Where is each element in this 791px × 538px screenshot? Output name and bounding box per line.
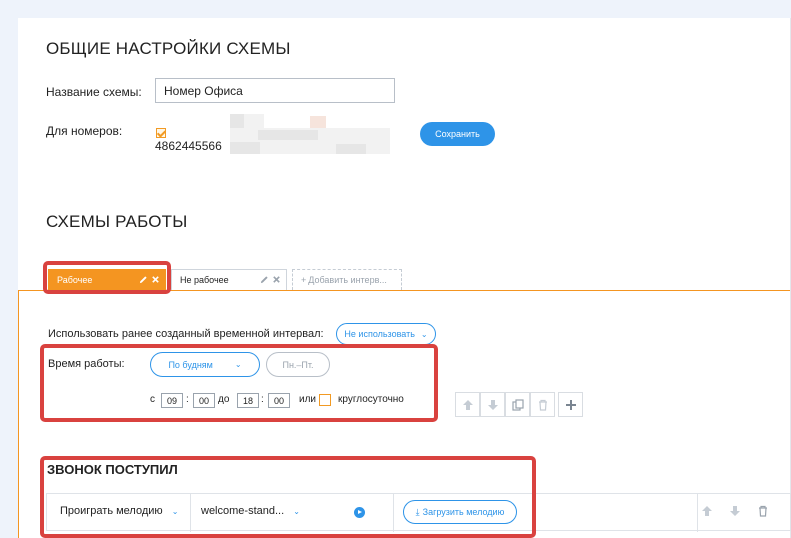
general-settings-title: ОБЩИЕ НАСТРОЙКИ СХЕМЫ: [46, 39, 291, 58]
tab-non-working[interactable]: Не рабочее: [171, 269, 287, 290]
chevron-down-icon: ⌄: [293, 507, 300, 516]
action-select[interactable]: Проиграть мелодию ⌄: [60, 505, 178, 517]
or-label: или: [299, 394, 317, 405]
round-clock-checkbox[interactable]: [319, 394, 331, 406]
arrow-down-icon: [487, 399, 498, 410]
tab-working[interactable]: Рабочее: [48, 269, 166, 290]
work-time-label: Время работы:: [48, 358, 125, 370]
row-delete-button[interactable]: [752, 500, 774, 522]
trash-icon: [538, 399, 547, 411]
chevron-down-icon: ⌄: [234, 360, 242, 369]
tab-panel-border: [18, 290, 791, 291]
row-move-down-button[interactable]: [724, 500, 746, 522]
use-interval-label: Использовать ранее созданный временной и…: [48, 328, 324, 340]
phone-number: 4862445566: [155, 139, 222, 153]
weekday-select[interactable]: По будням ⌄: [150, 352, 260, 377]
close-icon[interactable]: [151, 275, 160, 284]
pencil-icon[interactable]: [260, 275, 269, 284]
plus-icon: [565, 399, 576, 410]
copy-icon: [511, 398, 524, 411]
arrow-down-icon: [730, 506, 740, 516]
from-hour-input[interactable]: 09: [161, 393, 183, 408]
call-received-title: ЗВОНОК ПОСТУПИЛ: [47, 462, 178, 477]
action-select-value: Проиграть мелодию: [60, 505, 163, 517]
time-colon: :: [261, 394, 264, 405]
add-interval-label: Добавить интерв...: [308, 275, 387, 285]
weekday-select-value: По будням: [168, 359, 213, 370]
scheme-name-input[interactable]: [155, 78, 395, 103]
use-interval-value: Не использовать: [344, 329, 415, 339]
page: ОБЩИЕ НАСТРОЙКИ СХЕМЫ Название схемы: Дл…: [18, 18, 791, 538]
melody-select-value: welcome-stand...: [201, 505, 285, 517]
close-icon[interactable]: [272, 275, 281, 284]
upload-melody-button[interactable]: ⤓ Загрузить мелодию: [403, 500, 517, 524]
to-label: до: [218, 394, 230, 405]
download-icon: ⤓: [415, 506, 420, 517]
tab-working-label: Рабочее: [57, 275, 93, 285]
add-interval-tab[interactable]: + Добавить интерв...: [292, 269, 402, 290]
melody-select[interactable]: welcome-stand... ⌄: [201, 505, 300, 517]
trash-icon: [759, 505, 767, 517]
number-checkbox[interactable]: [156, 128, 166, 138]
to-minute-input[interactable]: 00: [268, 393, 290, 408]
add-button[interactable]: [558, 392, 583, 417]
tab-non-working-label: Не рабочее: [180, 275, 229, 285]
use-interval-select[interactable]: Не использовать ⌄: [336, 323, 436, 345]
chevron-down-icon: ⌄: [420, 329, 428, 339]
work-schemes-title: СХЕМЫ РАБОТЫ: [46, 212, 188, 231]
delete-button[interactable]: [530, 392, 555, 417]
tab-panel-border-left: [18, 290, 19, 538]
round-clock-label: круглосуточно: [338, 394, 404, 405]
arrow-up-icon: [462, 399, 473, 410]
scheme-name-label: Название схемы:: [46, 85, 142, 99]
from-label: с: [150, 394, 155, 405]
arrow-up-icon: [702, 506, 712, 516]
pencil-icon[interactable]: [139, 275, 148, 284]
to-hour-input[interactable]: 18: [237, 393, 259, 408]
save-button[interactable]: Сохранить: [420, 122, 495, 146]
copy-button[interactable]: [505, 392, 530, 417]
play-icon[interactable]: [354, 507, 365, 518]
plus-icon: +: [301, 275, 307, 285]
time-colon: :: [186, 394, 189, 405]
move-up-button[interactable]: [455, 392, 480, 417]
from-minute-input[interactable]: 00: [193, 393, 215, 408]
chevron-down-icon: ⌄: [171, 507, 179, 516]
days-range-button[interactable]: Пн.–Пт.: [266, 352, 330, 377]
numbers-label: Для номеров:: [46, 124, 123, 138]
upload-melody-label: Загрузить мелодию: [422, 507, 505, 517]
row-move-up-button[interactable]: [696, 500, 718, 522]
move-down-button[interactable]: [480, 392, 505, 417]
